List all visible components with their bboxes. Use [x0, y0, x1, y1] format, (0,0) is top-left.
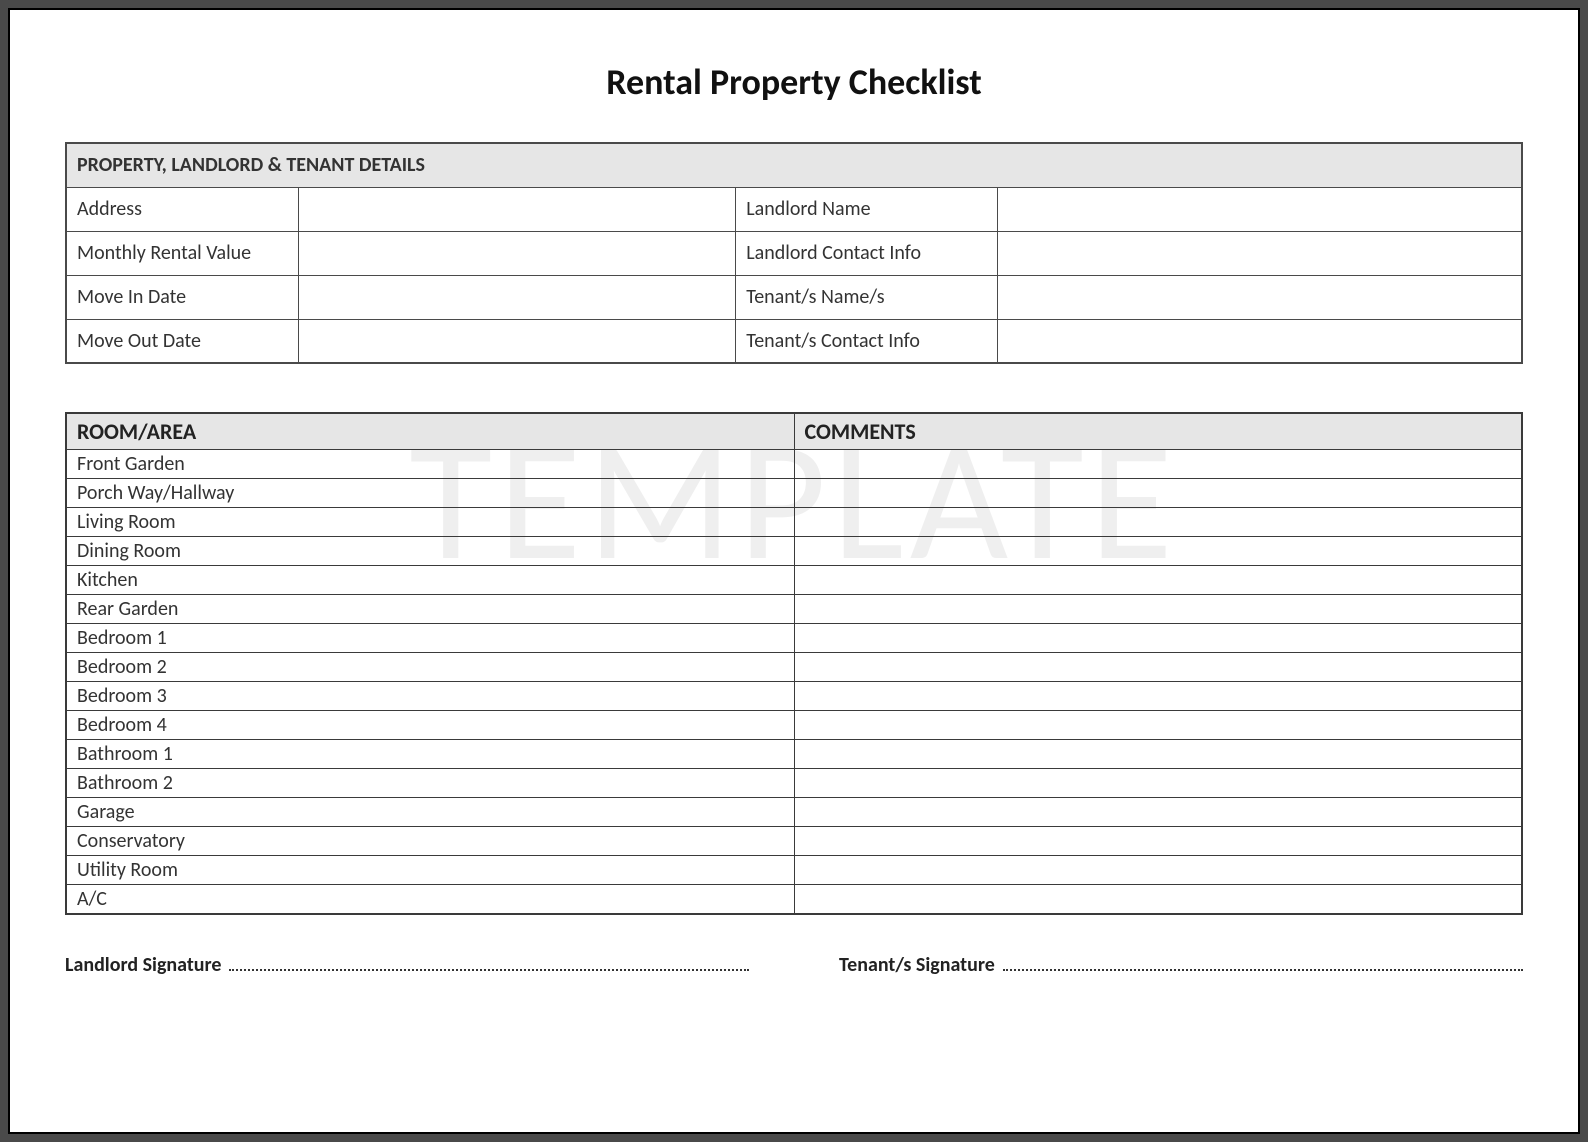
room-name: Garage: [66, 798, 794, 827]
room-name: Porch Way/Hallway: [66, 479, 794, 508]
details-row: Monthly Rental Value Landlord Contact Inf…: [66, 231, 1522, 275]
room-name: Dining Room: [66, 537, 794, 566]
room-name: Bathroom 1: [66, 740, 794, 769]
room-name: Utility Room: [66, 856, 794, 885]
signatures-row: Landlord Signature Tenant/s Signature: [65, 951, 1523, 977]
room-row: Bedroom 1: [66, 624, 1522, 653]
details-label-right: Landlord Contact Info: [736, 231, 998, 275]
details-label-left: Move In Date: [66, 275, 299, 319]
room-row: Living Room: [66, 508, 1522, 537]
room-row: Bathroom 2: [66, 769, 1522, 798]
details-label-left: Move Out Date: [66, 319, 299, 363]
content-layer: Rental Property Checklist PROPERTY, LAND…: [65, 60, 1523, 977]
property-details-table: PROPERTY, LANDLORD & TENANT DETAILS Addr…: [65, 142, 1523, 364]
room-comment[interactable]: [794, 537, 1522, 566]
room-row: Front Garden: [66, 450, 1522, 479]
room-comment[interactable]: [794, 682, 1522, 711]
details-value-right[interactable]: [998, 231, 1522, 275]
room-row: Dining Room: [66, 537, 1522, 566]
room-comment[interactable]: [794, 827, 1522, 856]
room-comment[interactable]: [794, 740, 1522, 769]
details-label-left: Address: [66, 187, 299, 231]
details-value-left[interactable]: [299, 319, 736, 363]
room-name: Bedroom 2: [66, 653, 794, 682]
room-comment[interactable]: [794, 653, 1522, 682]
room-comment[interactable]: [794, 624, 1522, 653]
room-row: Bedroom 4: [66, 711, 1522, 740]
room-row: A/C: [66, 885, 1522, 915]
room-comment[interactable]: [794, 450, 1522, 479]
rooms-table: ROOM/AREA COMMENTS Front GardenPorch Way…: [65, 412, 1523, 915]
rooms-header-room: ROOM/AREA: [66, 413, 794, 450]
room-comment[interactable]: [794, 508, 1522, 537]
details-label-right: Tenant/s Name/s: [736, 275, 998, 319]
details-label-right: Landlord Name: [736, 187, 998, 231]
room-row: Bathroom 1: [66, 740, 1522, 769]
details-value-right[interactable]: [998, 275, 1522, 319]
details-value-right[interactable]: [998, 319, 1522, 363]
tenant-signature-label: Tenant/s Signature: [839, 953, 995, 977]
room-name: Bedroom 1: [66, 624, 794, 653]
details-row: Move In Date Tenant/s Name/s: [66, 275, 1522, 319]
details-value-left[interactable]: [299, 231, 736, 275]
details-value-left[interactable]: [299, 187, 736, 231]
landlord-signature: Landlord Signature: [65, 951, 749, 977]
room-name: Bedroom 3: [66, 682, 794, 711]
room-row: Rear Garden: [66, 595, 1522, 624]
room-name: Living Room: [66, 508, 794, 537]
details-value-left[interactable]: [299, 275, 736, 319]
room-row: Conservatory: [66, 827, 1522, 856]
room-row: Garage: [66, 798, 1522, 827]
room-row: Bedroom 3: [66, 682, 1522, 711]
details-label-left: Monthly Rental Value: [66, 231, 299, 275]
details-value-right[interactable]: [998, 187, 1522, 231]
room-comment[interactable]: [794, 711, 1522, 740]
room-name: Kitchen: [66, 566, 794, 595]
room-comment[interactable]: [794, 798, 1522, 827]
room-name: Front Garden: [66, 450, 794, 479]
room-row: Porch Way/Hallway: [66, 479, 1522, 508]
landlord-signature-label: Landlord Signature: [65, 953, 221, 977]
room-name: Bathroom 2: [66, 769, 794, 798]
details-label-right: Tenant/s Contact Info: [736, 319, 998, 363]
room-comment[interactable]: [794, 856, 1522, 885]
details-section-header: PROPERTY, LANDLORD & TENANT DETAILS: [66, 143, 1522, 187]
room-row: Utility Room: [66, 856, 1522, 885]
document-title: Rental Property Checklist: [65, 60, 1523, 104]
room-comment[interactable]: [794, 595, 1522, 624]
tenant-signature-line[interactable]: [1003, 951, 1523, 971]
room-row: Bedroom 2: [66, 653, 1522, 682]
room-name: Rear Garden: [66, 595, 794, 624]
room-comment[interactable]: [794, 769, 1522, 798]
room-comment[interactable]: [794, 566, 1522, 595]
room-name: A/C: [66, 885, 794, 915]
room-name: Conservatory: [66, 827, 794, 856]
room-row: Kitchen: [66, 566, 1522, 595]
details-row: Move Out Date Tenant/s Contact Info: [66, 319, 1522, 363]
room-comment[interactable]: [794, 885, 1522, 915]
room-comment[interactable]: [794, 479, 1522, 508]
details-row: Address Landlord Name: [66, 187, 1522, 231]
rooms-header-comments: COMMENTS: [794, 413, 1522, 450]
tenant-signature: Tenant/s Signature: [839, 951, 1523, 977]
document-page: TEMPLATE Rental Property Checklist PROPE…: [8, 8, 1580, 1134]
landlord-signature-line[interactable]: [229, 951, 749, 971]
room-name: Bedroom 4: [66, 711, 794, 740]
